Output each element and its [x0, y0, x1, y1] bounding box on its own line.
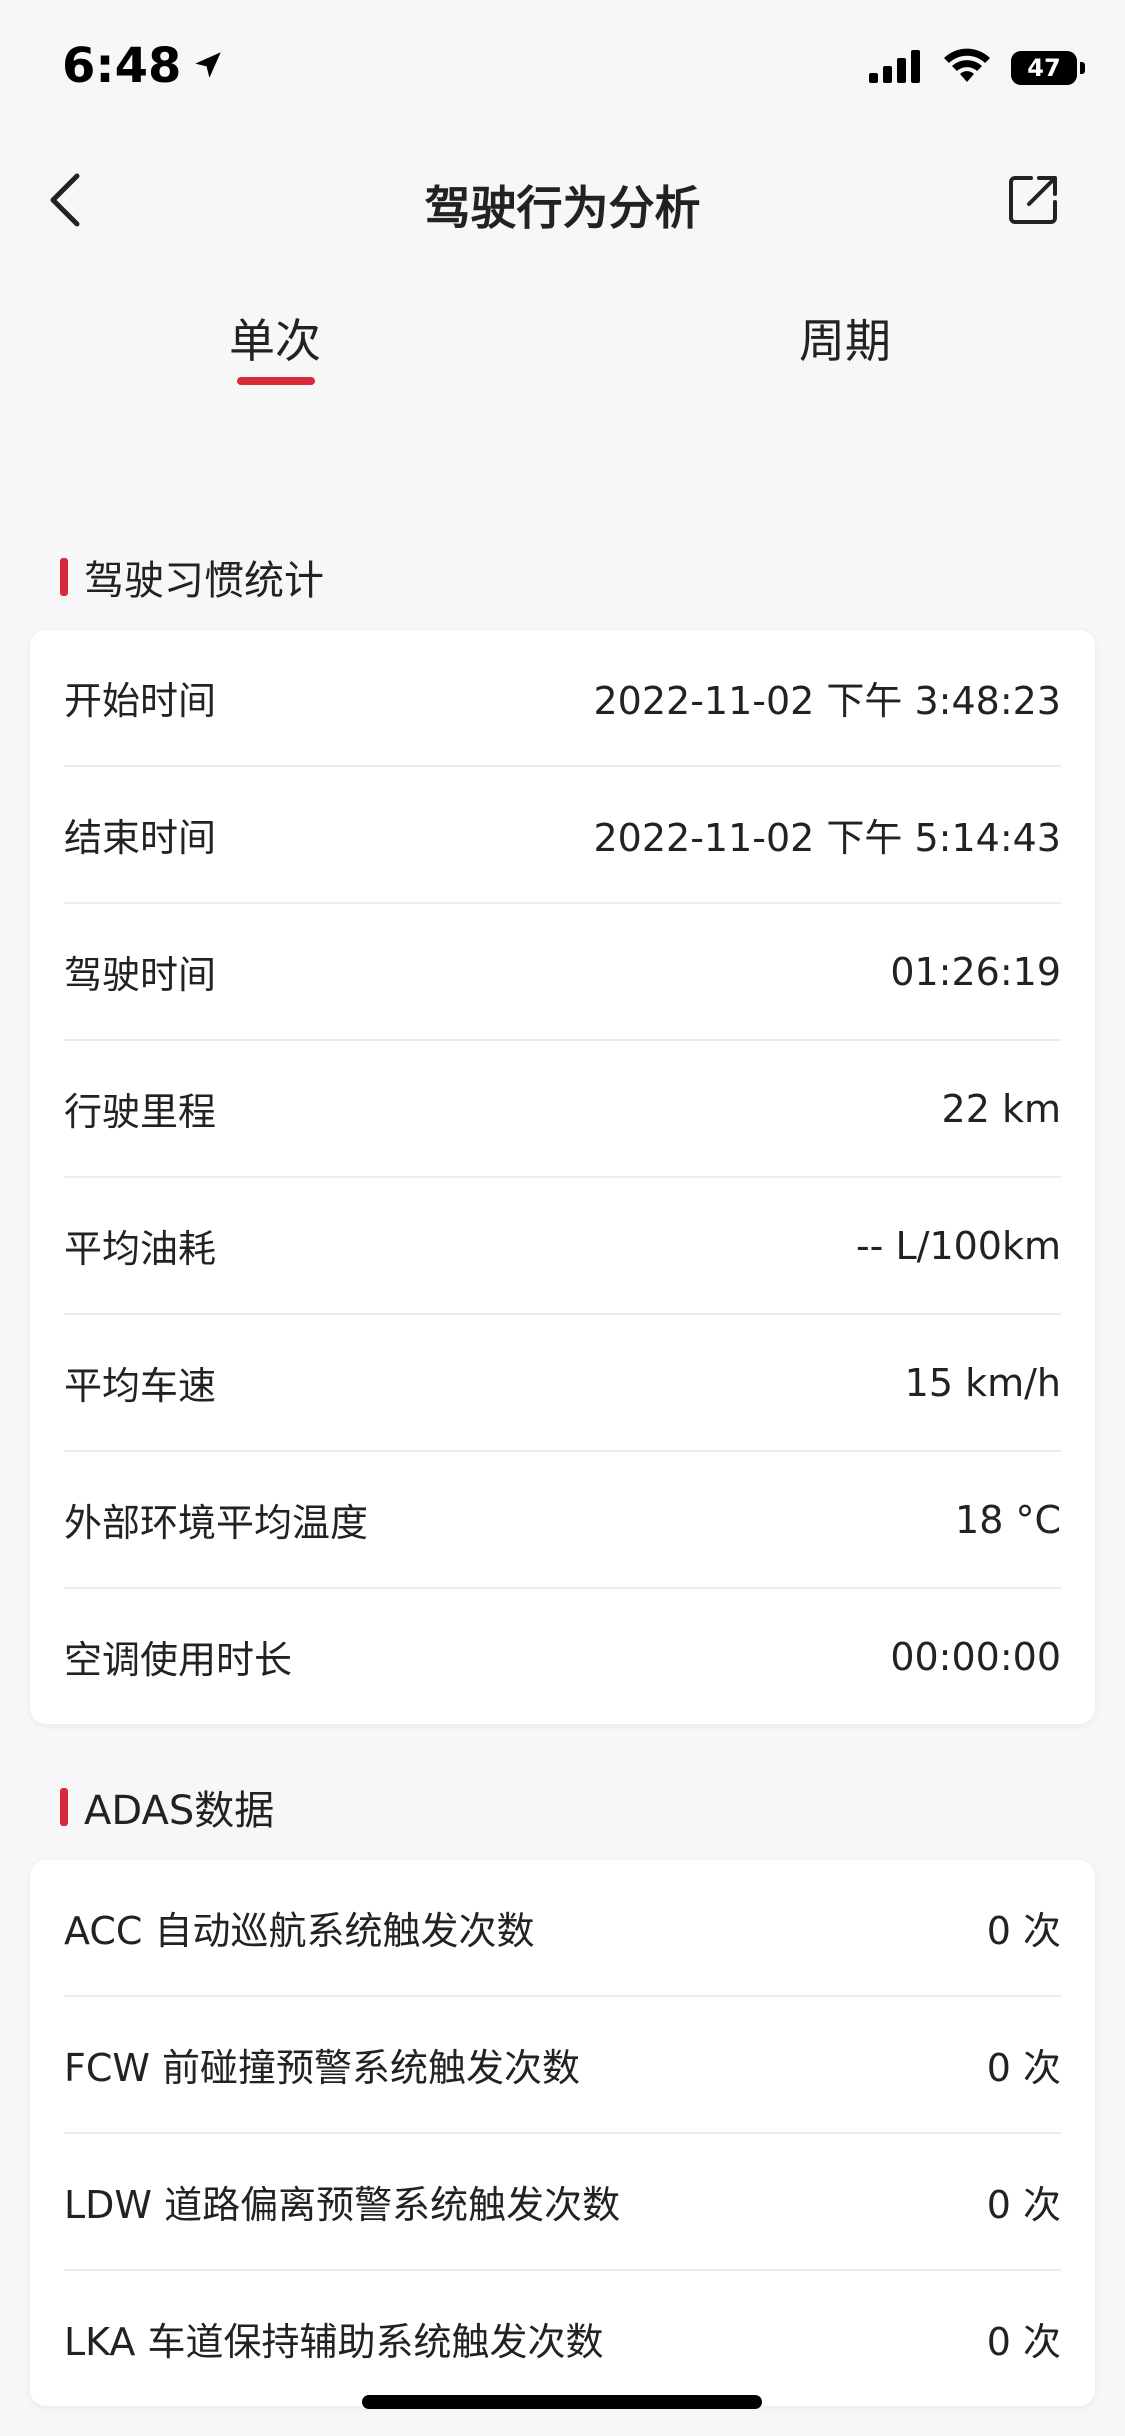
list-item: LKA 车道保持辅助系统触发次数 0 次	[64, 2271, 1061, 2406]
list-item: 平均车速 15 km/h	[64, 1315, 1061, 1452]
row-label: 平均车速	[64, 1364, 217, 1408]
row-label: LDW 道路偏离预警系统触发次数	[64, 2183, 621, 2227]
row-value: 15 km/h	[904, 1360, 1061, 1405]
status-time: 6:48	[62, 38, 182, 94]
tab-single[interactable]: 单次	[175, 305, 375, 385]
section-header-habits: 驾驶习惯统计	[60, 548, 324, 606]
row-label: 行驶里程	[64, 1090, 217, 1134]
row-label: 平均油耗	[64, 1227, 217, 1271]
location-arrow-icon	[191, 38, 225, 94]
list-item: 结束时间 2022-11-02 下午 5:14:43	[64, 767, 1061, 904]
list-item: 行驶里程 22 km	[64, 1041, 1061, 1178]
section-title-habits: 驾驶习惯统计	[84, 558, 324, 604]
page-title: 驾驶行为分析	[424, 181, 701, 235]
row-value: 22 km	[941, 1086, 1061, 1131]
list-item: ACC 自动巡航系统触发次数 0 次	[64, 1860, 1061, 1997]
row-label: 结束时间	[64, 816, 217, 860]
cellular-signal-icon	[869, 49, 923, 87]
row-label: 驾驶时间	[64, 953, 217, 997]
list-item: 驾驶时间 01:26:19	[64, 904, 1061, 1041]
row-label: 空调使用时长	[64, 1638, 293, 1682]
section-accent-bar	[60, 558, 68, 596]
row-value: 00:00:00	[890, 1634, 1061, 1679]
row-value: 0 次	[986, 2320, 1061, 2364]
row-value: 2022-11-02 下午 5:14:43	[593, 816, 1062, 860]
home-indicator[interactable]	[362, 2395, 762, 2409]
share-external-icon	[1009, 176, 1057, 224]
section-header-adas: ADAS数据	[60, 1778, 274, 1836]
row-value: 0 次	[986, 1909, 1061, 1953]
row-label: FCW 前碰撞预警系统触发次数	[64, 2046, 581, 2090]
wifi-icon	[943, 48, 991, 88]
list-item: 平均油耗 -- L/100km	[64, 1178, 1061, 1315]
tab-bar: 单次 周期	[0, 295, 1125, 395]
nav-bar: 驾驶行为分析	[0, 140, 1125, 260]
row-value: 0 次	[986, 2183, 1061, 2227]
habits-card: 开始时间 2022-11-02 下午 3:48:23 结束时间 2022-11-…	[30, 630, 1095, 1724]
active-tab-indicator	[237, 377, 315, 385]
tab-period-label: 周期	[799, 314, 891, 368]
row-value: 2022-11-02 下午 3:48:23	[593, 679, 1062, 723]
status-indicators: 47	[869, 48, 1085, 88]
row-label: 开始时间	[64, 679, 217, 723]
list-item: 外部环境平均温度 18 °C	[64, 1452, 1061, 1589]
row-value: -- L/100km	[855, 1223, 1061, 1268]
section-accent-bar	[60, 1788, 68, 1826]
status-bar: 6:48 47	[0, 0, 1125, 140]
row-value: 0 次	[986, 2046, 1061, 2090]
row-value: 01:26:19	[890, 949, 1061, 994]
tab-single-label: 单次	[229, 314, 321, 368]
adas-card: ACC 自动巡航系统触发次数 0 次 FCW 前碰撞预警系统触发次数 0 次 L…	[30, 1860, 1095, 2406]
row-label: ACC 自动巡航系统触发次数	[64, 1909, 535, 1953]
tab-period[interactable]: 周期	[745, 305, 945, 371]
list-item: LDW 道路偏离预警系统触发次数 0 次	[64, 2134, 1061, 2271]
row-label: LKA 车道保持辅助系统触发次数	[64, 2320, 604, 2364]
list-item: FCW 前碰撞预警系统触发次数 0 次	[64, 1997, 1061, 2134]
list-item: 空调使用时长 00:00:00	[64, 1589, 1061, 1724]
status-time-group: 6:48	[62, 38, 225, 94]
share-button[interactable]	[1001, 168, 1065, 232]
row-value: 18 °C	[955, 1497, 1061, 1542]
section-title-adas: ADAS数据	[84, 1788, 275, 1834]
row-label: 外部环境平均温度	[64, 1501, 369, 1545]
list-item: 开始时间 2022-11-02 下午 3:48:23	[64, 630, 1061, 767]
battery-icon: 47	[1011, 51, 1085, 85]
